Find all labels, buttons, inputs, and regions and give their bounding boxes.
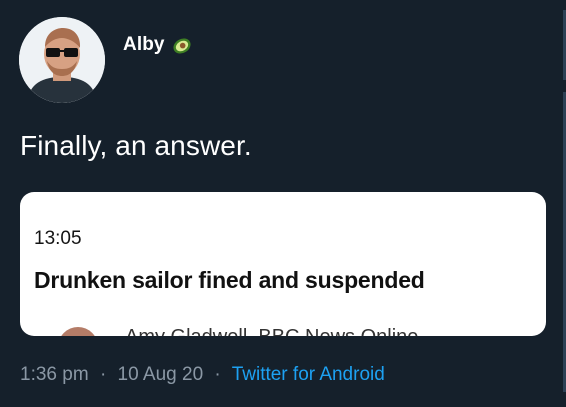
tweet-date[interactable]: 10 Aug 20 [118, 364, 204, 385]
meta-separator: · [99, 364, 107, 385]
author-name[interactable]: Alby [123, 34, 165, 56]
card-author-avatar [58, 327, 98, 336]
card-byline: Amy Gladwell, BBC News Online [125, 326, 418, 336]
tweet-meta: 1:36 pm · 10 Aug 20 · Twitter for Androi… [20, 364, 385, 386]
author-line: Alby [123, 34, 193, 56]
tweet-time[interactable]: 1:36 pm [20, 364, 89, 385]
tweet-source-link[interactable]: Twitter for Android [232, 364, 385, 385]
tweet-text: Finally, an answer. [20, 130, 252, 161]
avocado-icon [171, 34, 193, 56]
card-headline: Drunken sailor fined and suspended [34, 267, 425, 293]
avatar[interactable] [19, 17, 105, 103]
avatar-photo [19, 17, 105, 103]
meta-separator: · [214, 364, 221, 385]
card-time: 13:05 [34, 228, 82, 249]
link-preview-card[interactable]: 13:05 Drunken sailor fined and suspended… [20, 192, 546, 336]
